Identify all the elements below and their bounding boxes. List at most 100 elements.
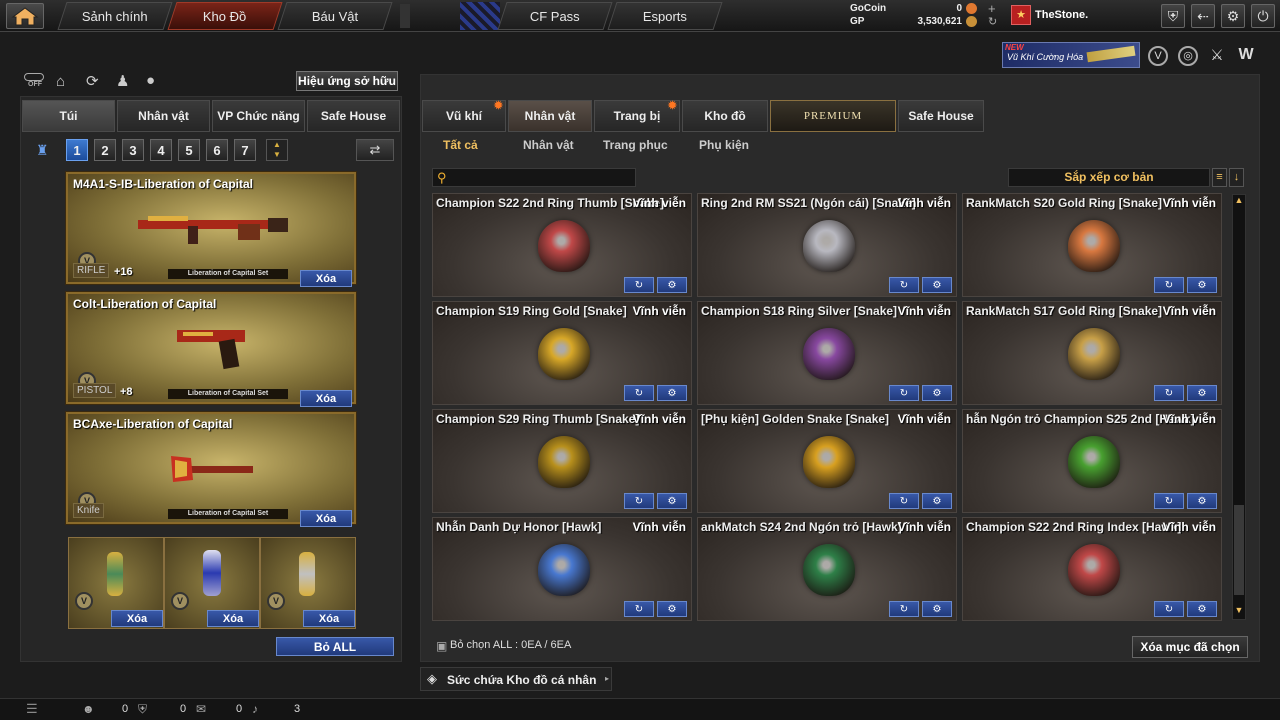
subtab-costume[interactable]: Trang phục xyxy=(603,138,668,152)
exit-icon[interactable]: ⇠ xyxy=(1191,4,1215,28)
sort-dropdown[interactable]: Sắp xếp cơ bản xyxy=(1008,168,1210,187)
item-settings-button[interactable]: ⚙ xyxy=(657,493,687,509)
left-tab-safehouse[interactable]: Safe House xyxy=(307,100,400,132)
grenade-card-1[interactable]: V Xóa xyxy=(68,537,164,629)
item-card[interactable]: Nhẫn Danh Dự Honor [Hawk] Vĩnh viễn ↻ ⚙ xyxy=(432,517,692,621)
scroll-thumb[interactable] xyxy=(1234,505,1244,595)
slot-2[interactable]: 2 xyxy=(94,139,116,161)
toggle-off-icon[interactable]: OFF xyxy=(24,72,46,92)
grenade-card-2[interactable]: V Xóa xyxy=(164,537,260,629)
item-settings-button[interactable]: ⚙ xyxy=(657,385,687,401)
sort-arrow-icon[interactable]: ↓ xyxy=(1229,168,1244,187)
item-settings-button[interactable]: ⚙ xyxy=(922,385,952,401)
weapon-card-knife[interactable]: BCAxe-Liberation of Capital V Knife Libe… xyxy=(65,411,357,527)
ownership-effect-button[interactable]: Hiệu ứng sở hữu xyxy=(296,71,398,91)
menu-list-icon[interactable]: ☰ xyxy=(26,701,38,717)
subtab-character[interactable]: Nhân vật xyxy=(523,138,574,152)
slot-7[interactable]: 7 xyxy=(234,139,256,161)
scroll-up-icon[interactable]: ▲ xyxy=(1233,195,1245,209)
subtab-accessory[interactable]: Phụ kiện xyxy=(699,138,749,152)
home-button[interactable] xyxy=(6,3,44,29)
subtab-all[interactable]: Tất cả xyxy=(443,138,478,152)
scroll-down-icon[interactable]: ▼ xyxy=(1233,605,1245,619)
gp-sell-button[interactable]: ↻ xyxy=(624,601,654,617)
slot-5[interactable]: 5 xyxy=(178,139,200,161)
cycle-icon[interactable]: ⟳ xyxy=(86,72,99,90)
item-card[interactable]: Champion S22 2nd Ring Thumb [Snake] Vĩnh … xyxy=(432,193,692,297)
item-settings-button[interactable]: ⚙ xyxy=(922,493,952,509)
character-icon[interactable]: ♟ xyxy=(116,72,129,90)
slot-4[interactable]: 4 xyxy=(150,139,172,161)
gp-sell-button[interactable]: ↻ xyxy=(889,385,919,401)
nav-tab-inventory[interactable]: Kho Đồ xyxy=(167,2,283,30)
right-tab-safehouse[interactable]: Safe House xyxy=(898,100,984,132)
friends-icon[interactable]: ☻ xyxy=(82,702,95,716)
gp-sell-button[interactable]: ↻ xyxy=(1154,277,1184,293)
chat-icon[interactable]: ✉ xyxy=(196,702,206,716)
slot-1[interactable]: 1 xyxy=(66,139,88,161)
right-tab-equipment[interactable]: Trang bị ✹ xyxy=(594,100,680,132)
right-tab-storage[interactable]: Kho đồ xyxy=(682,100,768,132)
item-card[interactable]: Champion S18 Ring Silver [Snake] Vĩnh viễ… xyxy=(697,301,957,405)
remove-button[interactable]: Xóa xyxy=(300,390,352,407)
item-card[interactable]: Ring 2nd RM SS21 (Ngón cái) [Snake] Vĩnh … xyxy=(697,193,957,297)
gp-sell-button[interactable]: ↻ xyxy=(624,277,654,293)
item-card[interactable]: RankMatch S17 Gold Ring [Snake] Vĩnh viễn… xyxy=(962,301,1222,405)
item-card[interactable]: RankMatch S20 Gold Ring [Snake] Vĩnh viễn… xyxy=(962,193,1222,297)
list-icon[interactable]: ≡ xyxy=(1212,168,1227,187)
item-settings-button[interactable]: ⚙ xyxy=(657,601,687,617)
item-settings-button[interactable]: ⚙ xyxy=(1187,493,1217,509)
search-input[interactable] xyxy=(455,170,633,185)
slot-up-down-arrows[interactable]: ▲ ▼ xyxy=(266,139,288,161)
add-coin-icon[interactable]: + xyxy=(988,1,996,16)
grenade-card-3[interactable]: V Xóa xyxy=(260,537,356,629)
weapon-card-rifle[interactable]: M4A1-S-IB-Liberation of Capital V RIFLE … xyxy=(65,171,357,287)
promo-banner[interactable]: NEW Vũ Khí Cường Hóa xyxy=(1002,42,1140,68)
gp-sell-button[interactable]: ↻ xyxy=(1154,385,1184,401)
remove-button[interactable]: Xóa xyxy=(111,610,163,627)
refresh-icon[interactable]: ↻ xyxy=(988,15,997,28)
gp-sell-button[interactable]: ↻ xyxy=(889,277,919,293)
item-card[interactable]: Champion S19 Ring Gold [Snake] Vĩnh viễn ↻… xyxy=(432,301,692,405)
globe-icon[interactable]: ◎ xyxy=(1178,46,1198,66)
search-box[interactable]: ⚲ xyxy=(432,168,636,187)
select-all-status[interactable]: Bỏ chọn ALL : 0EA / 6EA xyxy=(450,639,571,651)
item-settings-button[interactable]: ⚙ xyxy=(1187,601,1217,617)
speaker-icon[interactable]: ♪ xyxy=(252,702,258,716)
crossed-swords-icon[interactable]: ⚔ xyxy=(1207,46,1227,66)
item-card[interactable]: hẫn Ngón trỏ Champion S25 2nd [Hawk] Vĩnh… xyxy=(962,409,1222,513)
clan-shield-icon[interactable]: ⛨ xyxy=(138,702,147,717)
grenade-icon[interactable]: ● xyxy=(146,72,155,89)
remove-button[interactable]: Xóa xyxy=(300,510,352,527)
item-card[interactable]: Champion S29 Ring Thumb [Snake] Vĩnh viễn… xyxy=(432,409,692,513)
swap-icon[interactable]: ⇄ xyxy=(356,139,394,161)
right-tab-weapons[interactable]: Vũ khí ✹ xyxy=(422,100,506,132)
item-settings-button[interactable]: ⚙ xyxy=(1187,385,1217,401)
nav-tab-treasure[interactable]: Báu Vật xyxy=(277,2,393,30)
item-card[interactable]: [Phụ kiện] Golden Snake [Snake] Vĩnh viễn… xyxy=(697,409,957,513)
left-tab-character[interactable]: Nhân vật xyxy=(117,100,210,132)
gp-sell-button[interactable]: ↻ xyxy=(624,493,654,509)
remove-all-button[interactable]: Bỏ ALL xyxy=(276,637,394,656)
item-settings-button[interactable]: ⚙ xyxy=(922,601,952,617)
nav-tab-esports[interactable]: Esports xyxy=(607,2,723,30)
item-settings-button[interactable]: ⚙ xyxy=(922,277,952,293)
power-icon[interactable]: ⏻ xyxy=(1251,4,1275,28)
v-medal-icon[interactable]: V xyxy=(1148,46,1168,66)
gp-sell-button[interactable]: ↻ xyxy=(889,493,919,509)
left-tab-bag[interactable]: Túi xyxy=(22,100,115,132)
remove-button[interactable]: Xóa xyxy=(300,270,352,287)
capacity-bar[interactable]: ◈ Sức chứa Kho đồ cá nhân ▸ xyxy=(420,667,612,691)
left-tab-function[interactable]: VP Chức năng xyxy=(212,100,305,132)
item-settings-button[interactable]: ⚙ xyxy=(1187,277,1217,293)
item-card[interactable]: Champion S22 2nd Ring Index [Hawk] Vĩnh v… xyxy=(962,517,1222,621)
nav-tab-lobby[interactable]: Sảnh chính xyxy=(57,2,173,30)
gear-icon[interactable]: ⚙ xyxy=(1221,4,1245,28)
gp-sell-button[interactable]: ↻ xyxy=(624,385,654,401)
nav-tab-cfpass[interactable]: CF Pass xyxy=(497,2,613,30)
remove-button[interactable]: Xóa xyxy=(207,610,259,627)
delete-selected-button[interactable]: Xóa mục đã chọn xyxy=(1132,636,1248,658)
remove-button[interactable]: Xóa xyxy=(303,610,355,627)
gp-sell-button[interactable]: ↻ xyxy=(1154,493,1184,509)
gp-sell-button[interactable]: ↻ xyxy=(889,601,919,617)
